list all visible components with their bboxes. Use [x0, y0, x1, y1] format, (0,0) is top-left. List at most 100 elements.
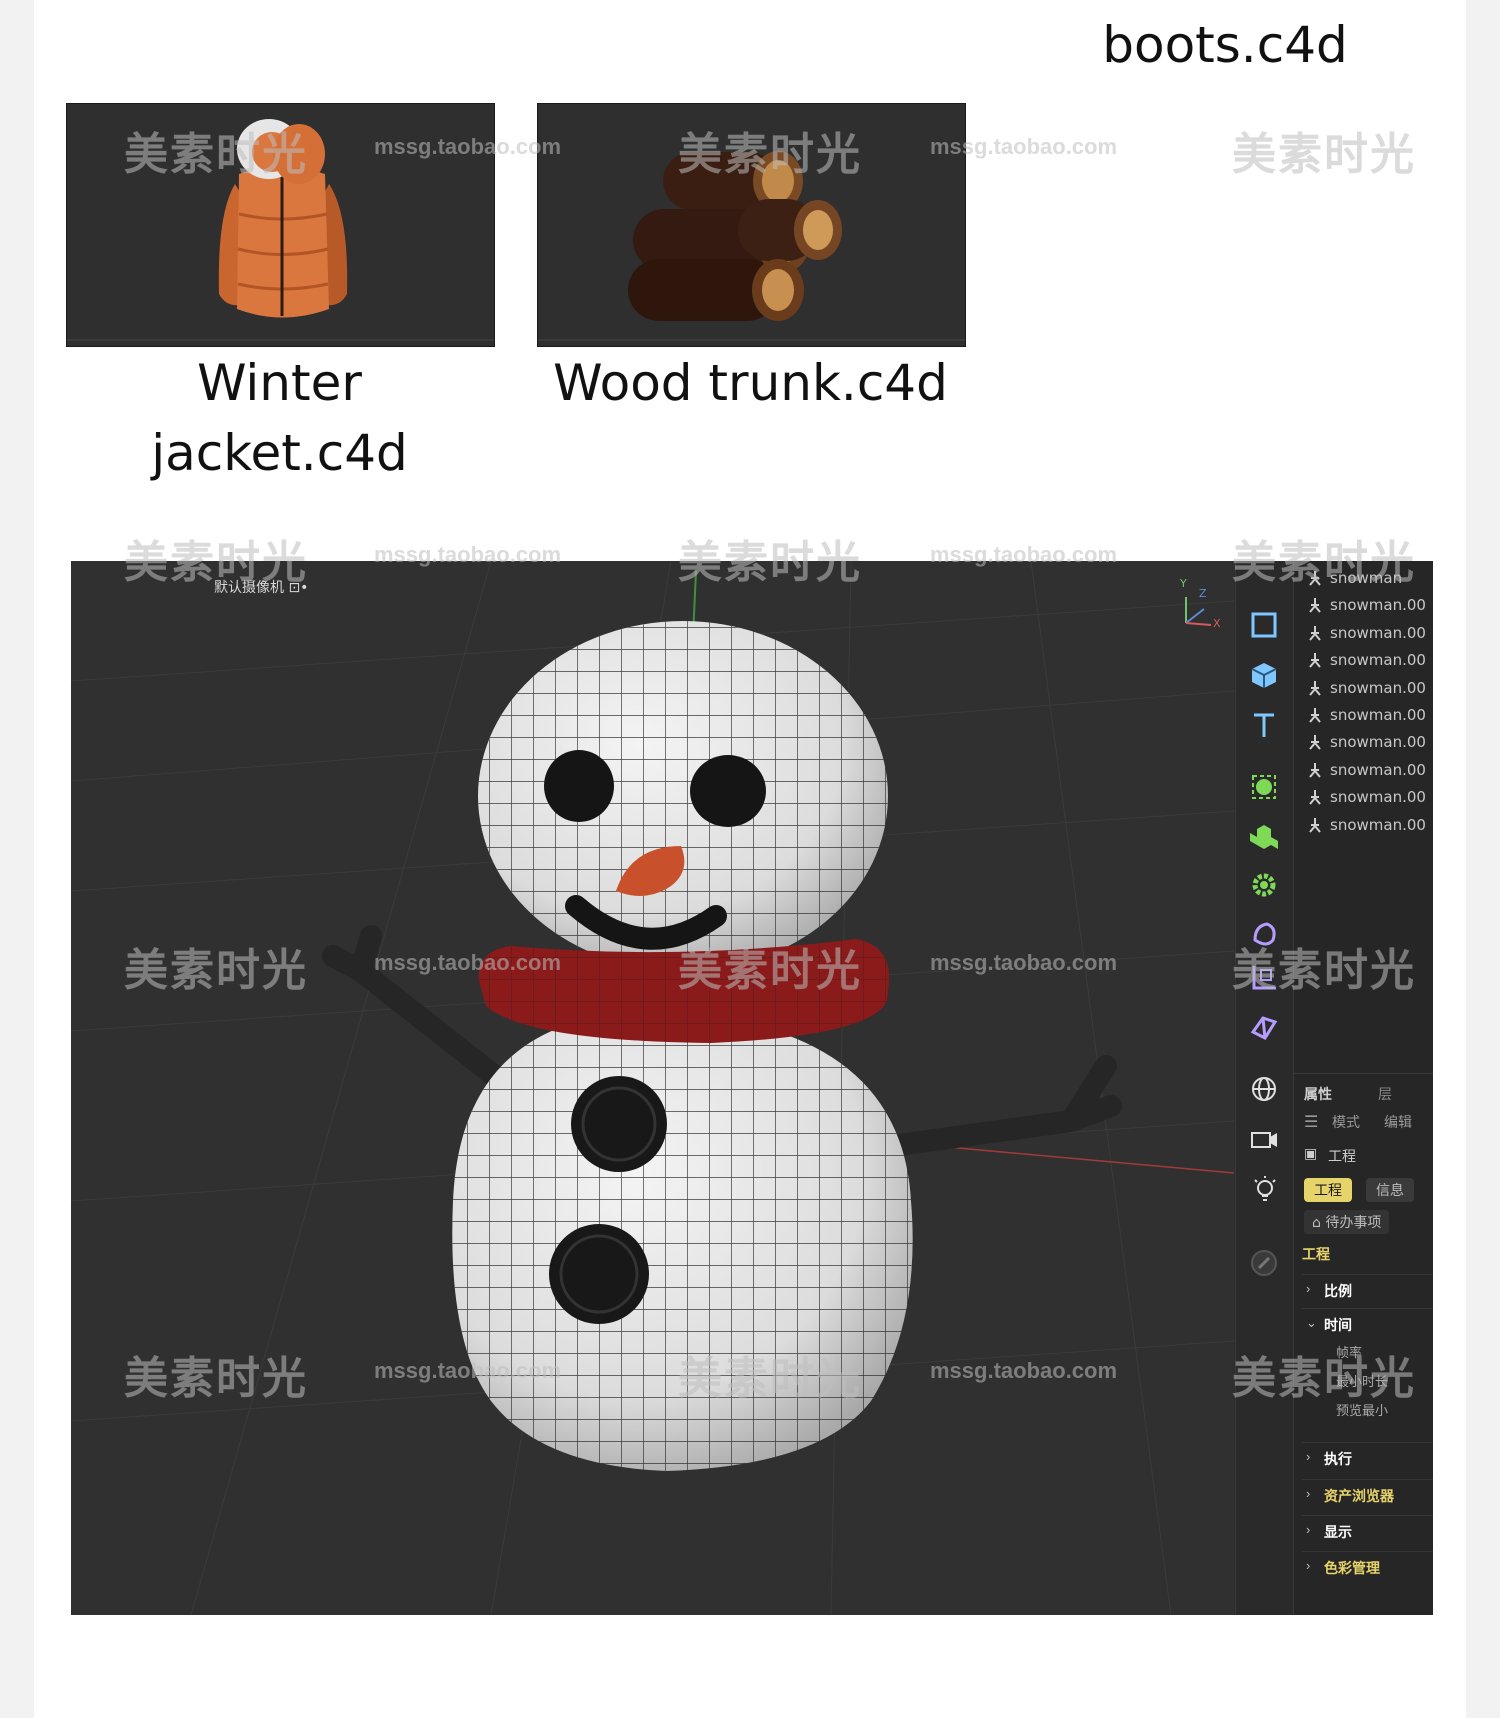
section-color-management[interactable]: › 色彩管理: [1302, 1551, 1433, 1582]
watermark-text: 美素时光: [1232, 945, 1416, 996]
object-row[interactable]: snowman.00: [1294, 729, 1433, 756]
watermark-text: 美素时光: [678, 129, 862, 180]
watermark-text: 美素时光: [124, 945, 308, 996]
chevron-right-icon: ›: [1306, 1449, 1311, 1464]
chevron-right-icon: ›: [1306, 1558, 1311, 1573]
deformer-tool[interactable]: [1242, 863, 1286, 907]
generator-tool[interactable]: [1242, 765, 1286, 809]
todo-label: 待办事项: [1325, 1215, 1382, 1231]
project-button[interactable]: 工程: [1304, 1178, 1352, 1202]
bell-icon: ⌂: [1312, 1215, 1321, 1231]
null-object-icon: [1308, 680, 1322, 696]
section-execute[interactable]: › 执行: [1302, 1442, 1433, 1473]
info-button[interactable]: 信息: [1366, 1178, 1414, 1202]
object-name: snowman.00: [1330, 596, 1426, 615]
square-icon: [1251, 612, 1277, 638]
watermark-text: 美素时光: [1232, 537, 1416, 588]
caption-jacket-line2: jacket.c4d: [151, 424, 408, 482]
watermark-text: 美素时光: [678, 945, 862, 996]
watermark-text: 美素时光: [678, 1353, 862, 1404]
tab-layers[interactable]: 层: [1378, 1084, 1392, 1104]
watermark-url: mssg.taobao.com: [374, 1358, 562, 1383]
object-name: snowman.00: [1330, 623, 1426, 642]
c4d-editor-window: 默认摄像机 ⊡• Y Z X snowman snowman.00 snowma…: [71, 561, 1433, 1615]
object-row[interactable]: snowman.00: [1294, 702, 1433, 729]
object-row[interactable]: snowman.00: [1294, 757, 1433, 784]
null-object-icon: [1308, 597, 1322, 614]
watermark-text: 美素时光: [124, 537, 308, 588]
object-row[interactable]: snowman.00: [1294, 647, 1433, 674]
object-toolbar: [1235, 561, 1294, 1615]
cloner-icon: [1250, 825, 1278, 849]
cube-tool[interactable]: [1242, 653, 1286, 697]
todo-button[interactable]: ⌂ 待办事项: [1304, 1210, 1390, 1234]
object-name: snowman.00: [1330, 815, 1426, 834]
watermark-url: mssg.taobao.com: [374, 950, 562, 975]
project-title: 工程: [1328, 1149, 1356, 1165]
section-display-label: 显示: [1324, 1525, 1352, 1541]
project-doc-icon: ▣: [1304, 1146, 1318, 1162]
globe-icon: [1252, 1077, 1276, 1101]
cube-icon: [1251, 663, 1277, 688]
section-scale[interactable]: › 比例: [1302, 1274, 1433, 1305]
chevron-right-icon: ›: [1306, 1486, 1311, 1501]
null-object-icon: [1308, 625, 1322, 641]
rectangle-spline-tool[interactable]: [1242, 603, 1286, 647]
environment-tool[interactable]: [1242, 1067, 1286, 1111]
null-object-icon: [1308, 789, 1322, 805]
object-row[interactable]: snowman.00: [1294, 620, 1433, 647]
gear-icon: [1252, 873, 1276, 897]
menu-icon[interactable]: ☰: [1304, 1112, 1318, 1131]
light-tool[interactable]: [1242, 1167, 1286, 1211]
object-row[interactable]: snowman.00: [1294, 784, 1433, 811]
watermark-text: 美素时光: [124, 129, 308, 180]
null-object-icon: [1308, 652, 1322, 668]
pencil-icon: [1251, 1250, 1277, 1276]
object-name: snowman.00: [1330, 678, 1426, 697]
section-asset-browser-label: 资产浏览器: [1324, 1489, 1394, 1505]
axis-x-label: X: [1213, 617, 1221, 630]
null-object-icon: [1308, 762, 1322, 778]
object-name: snowman.00: [1330, 706, 1426, 724]
caption-wood-trunk: Wood trunk.c4d: [553, 354, 948, 412]
camera-icon: [1251, 1132, 1277, 1148]
cloner-tool[interactable]: [1242, 815, 1286, 859]
object-row[interactable]: snowman.00: [1294, 592, 1433, 619]
null-object-icon: [1308, 707, 1322, 723]
tab-attributes[interactable]: 属性: [1304, 1084, 1332, 1104]
watermark-text: 美素时光: [678, 537, 862, 588]
watermark-url: mssg.taobao.com: [930, 950, 1118, 975]
camera-tool[interactable]: [1242, 1117, 1286, 1161]
object-row[interactable]: snowman.00: [1294, 675, 1433, 702]
object-name: snowman.00: [1330, 760, 1426, 779]
null-object-icon: [1308, 817, 1322, 833]
volume-tool[interactable]: [1242, 1005, 1286, 1049]
paint-tool[interactable]: [1242, 1241, 1286, 1285]
watermark-url: mssg.taobao.com: [374, 134, 562, 159]
object-row[interactable]: snowman.00: [1294, 812, 1433, 839]
watermark-text: 美素时光: [1232, 1353, 1416, 1404]
chevron-right-icon: ›: [1306, 1281, 1311, 1296]
object-name: snowman.00: [1330, 788, 1426, 807]
generator-icon: [1252, 775, 1276, 799]
section-execute-label: 执行: [1324, 1452, 1352, 1468]
caption-boots: boots.c4d: [1102, 16, 1348, 74]
text-icon: [1254, 713, 1274, 737]
menu-mode[interactable]: 模式: [1332, 1112, 1360, 1132]
null-object-icon: [1308, 734, 1322, 751]
watermark-url: mssg.taobao.com: [930, 134, 1118, 159]
axis-y-label: Y: [1180, 577, 1187, 590]
chevron-right-icon: ›: [1306, 1522, 1311, 1537]
chevron-down-icon: ⌄: [1306, 1315, 1317, 1330]
section-header: 工程: [1302, 1247, 1330, 1263]
object-name: snowman.00: [1330, 651, 1426, 670]
section-time-label: 时间: [1324, 1318, 1352, 1334]
section-time[interactable]: ⌄ 时间: [1302, 1308, 1433, 1339]
section-asset-browser[interactable]: › 资产浏览器: [1302, 1479, 1433, 1510]
3d-viewport[interactable]: 默认摄像机 ⊡• Y Z X: [71, 561, 1234, 1615]
section-color-management-label: 色彩管理: [1324, 1561, 1380, 1577]
section-display[interactable]: › 显示: [1302, 1515, 1433, 1546]
text-tool[interactable]: [1242, 703, 1286, 747]
menu-edit[interactable]: 编辑: [1384, 1112, 1412, 1132]
object-name: snowman.00: [1330, 733, 1426, 752]
